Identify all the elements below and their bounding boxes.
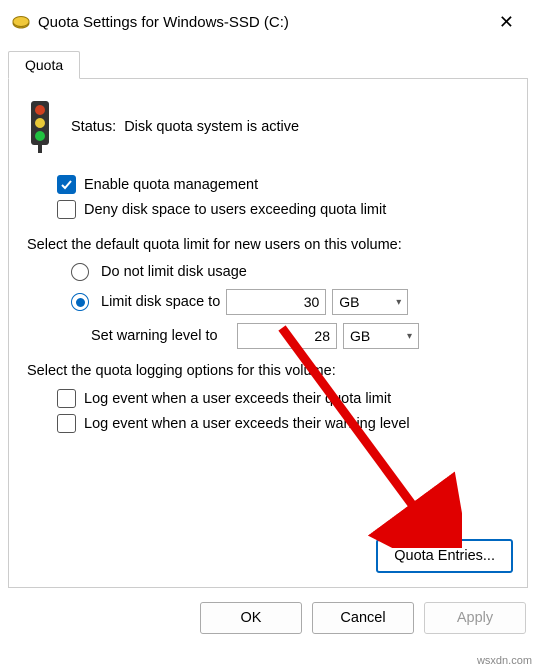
limit-unit-select[interactable]: GB ▾ — [332, 289, 408, 315]
no-limit-label: Do not limit disk usage — [101, 264, 247, 280]
limit-heading: Select the default quota limit for new u… — [27, 237, 509, 253]
limit-radio-group: Do not limit disk usage Limit disk space… — [71, 263, 509, 349]
warning-label: Set warning level to — [91, 328, 231, 344]
tab-container: Quota Status: Disk quota system is activ… — [8, 51, 528, 588]
log-quota-checkbox[interactable] — [57, 389, 76, 408]
quota-entries-button[interactable]: Quota Entries... — [376, 539, 513, 573]
enable-quota-checkbox[interactable] — [57, 175, 76, 194]
log-warning-checkbox[interactable] — [57, 414, 76, 433]
ok-button[interactable]: OK — [200, 602, 302, 634]
deny-space-label: Deny disk space to users exceeding quota… — [84, 202, 386, 218]
titlebar: Quota Settings for Windows-SSD (C:) ✕ — [0, 0, 536, 45]
status-row: Status: Disk quota system is active — [27, 99, 509, 155]
window-title: Quota Settings for Windows-SSD (C:) — [38, 14, 489, 31]
limit-radio[interactable] — [71, 293, 89, 311]
limit-label: Limit disk space to — [101, 294, 220, 310]
no-limit-row: Do not limit disk usage — [71, 263, 509, 281]
logging-section: Select the quota logging options for thi… — [27, 363, 509, 433]
log-warning-row: Log event when a user exceeds their warn… — [57, 414, 509, 433]
warning-unit-select[interactable]: GB ▾ — [343, 323, 419, 349]
quota-options: Enable quota management Deny disk space … — [57, 175, 509, 219]
disk-icon — [12, 14, 30, 32]
chevron-down-icon: ▾ — [396, 297, 401, 308]
chevron-down-icon: ▾ — [407, 331, 412, 342]
limit-section: Select the default quota limit for new u… — [27, 237, 509, 349]
watermark: wsxdn.com — [477, 655, 532, 667]
traffic-light-icon — [27, 99, 53, 155]
deny-space-checkbox[interactable] — [57, 200, 76, 219]
logging-options: Log event when a user exceeds their quot… — [57, 389, 509, 433]
logging-heading: Select the quota logging options for thi… — [27, 363, 509, 379]
no-limit-radio[interactable] — [71, 263, 89, 281]
enable-quota-row: Enable quota management — [57, 175, 509, 194]
deny-space-row: Deny disk space to users exceeding quota… — [57, 200, 509, 219]
status-text: Status: Disk quota system is active — [71, 119, 299, 135]
enable-quota-label: Enable quota management — [84, 177, 258, 193]
log-warning-label: Log event when a user exceeds their warn… — [84, 416, 410, 432]
cancel-button[interactable]: Cancel — [312, 602, 414, 634]
warning-value-input[interactable] — [237, 323, 337, 349]
log-quota-label: Log event when a user exceeds their quot… — [84, 391, 391, 407]
warning-row: Set warning level to GB ▾ — [91, 323, 509, 349]
close-button[interactable]: ✕ — [489, 8, 524, 37]
limit-row: Limit disk space to GB ▾ — [71, 289, 509, 315]
apply-button[interactable]: Apply — [424, 602, 526, 634]
tab-quota[interactable]: Quota — [8, 51, 80, 79]
tab-body: Status: Disk quota system is active Enab… — [8, 78, 528, 588]
dialog-buttons: OK Cancel Apply — [0, 588, 536, 644]
limit-value-input[interactable] — [226, 289, 326, 315]
log-quota-row: Log event when a user exceeds their quot… — [57, 389, 509, 408]
